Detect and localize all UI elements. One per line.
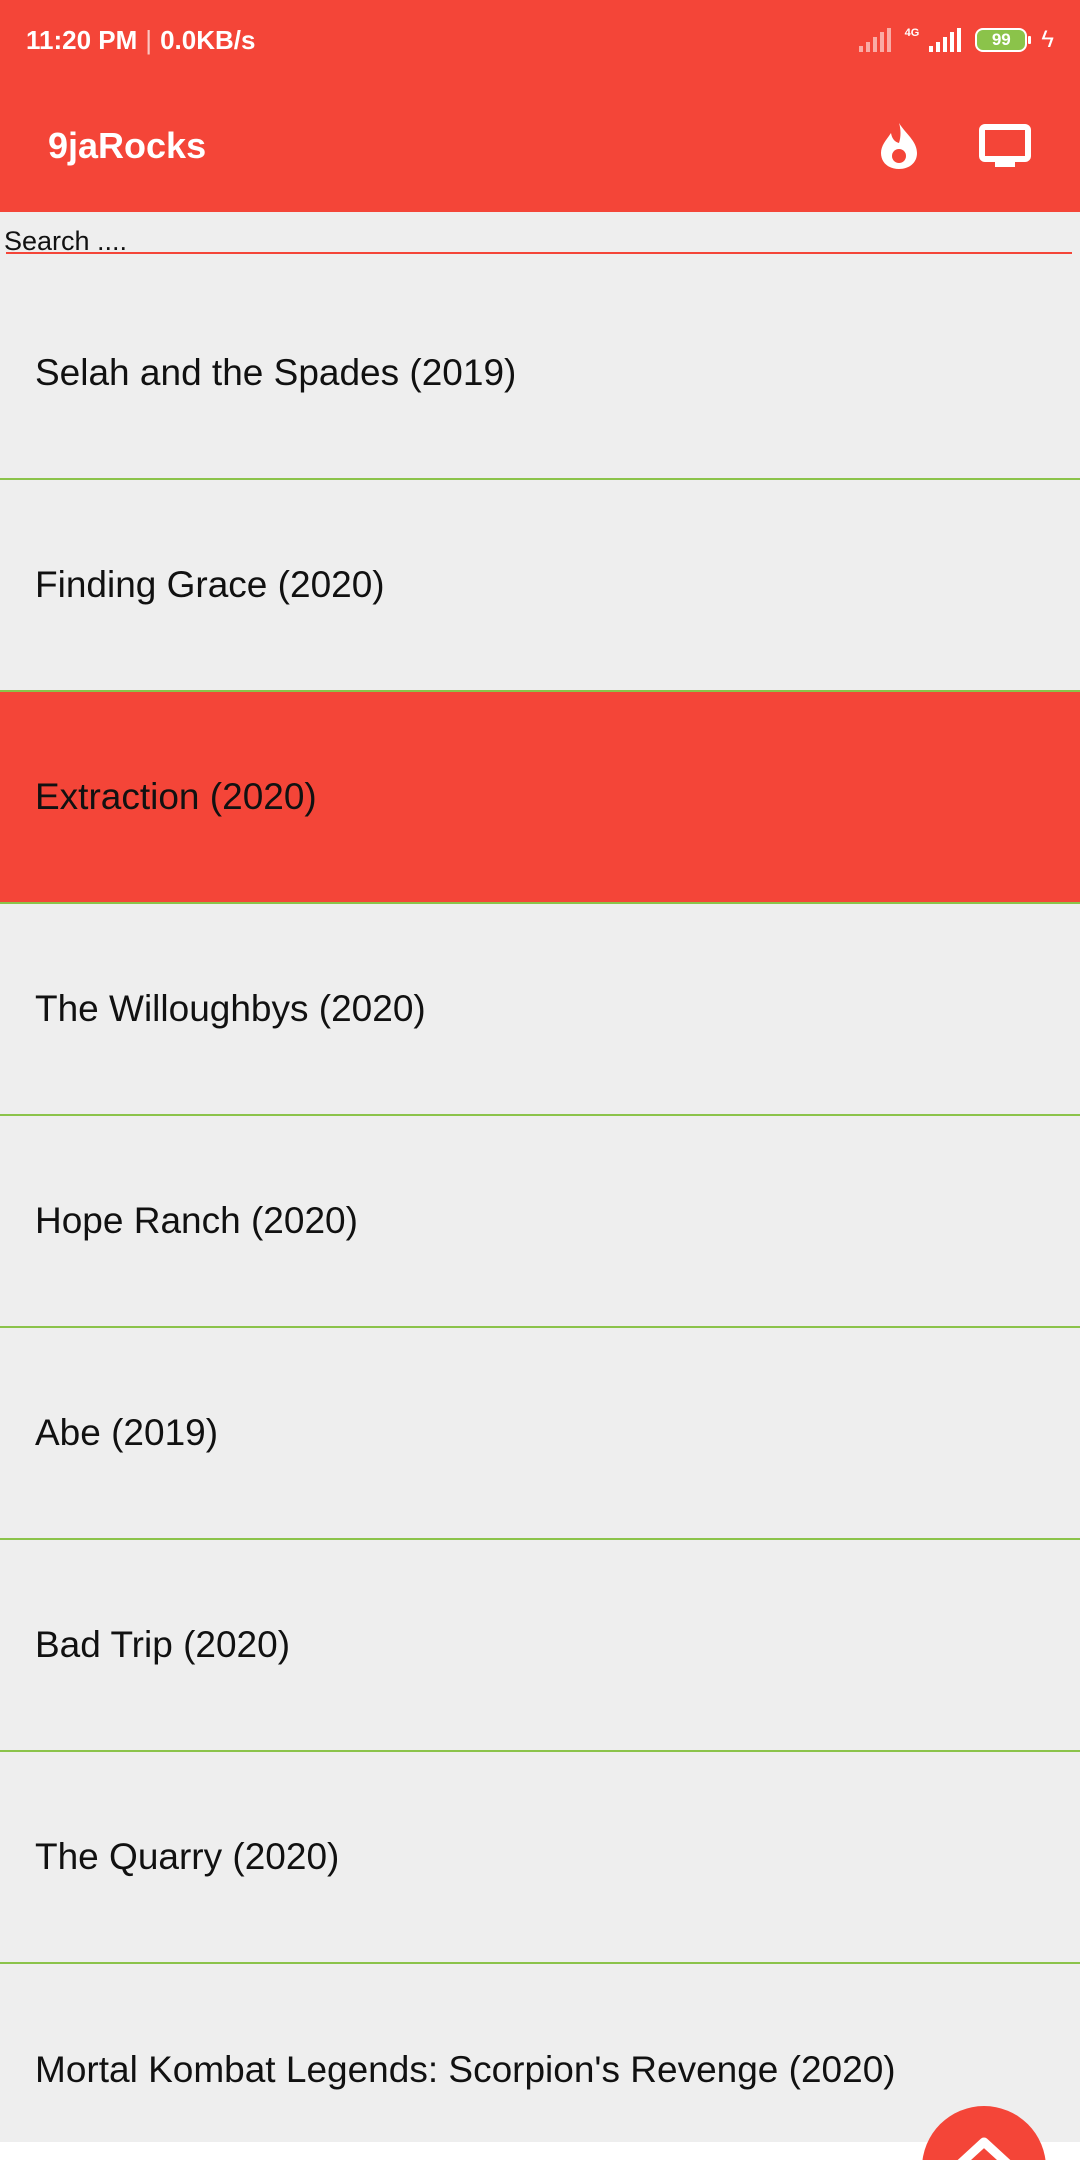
signal-icon (858, 28, 891, 52)
movie-list: Selah and the Spades (2019) Finding Grac… (0, 268, 1080, 2160)
movie-title: Finding Grace (2020) (35, 564, 385, 605)
list-item[interactable]: Mortal Kombat Legends: Scorpion's Reveng… (0, 1964, 1080, 2160)
search-bar (0, 212, 1080, 256)
status-right: 4G 99 ϟ (858, 26, 1054, 53)
toolbar-actions (872, 119, 1032, 173)
movie-title: Bad Trip (2020) (35, 1624, 291, 1665)
list-item[interactable]: Finding Grace (2020) (0, 480, 1080, 692)
list-item[interactable]: Selah and the Spades (2019) (0, 268, 1080, 480)
bottom-strip (0, 2142, 1080, 2160)
movie-title: The Quarry (2020) (35, 1836, 340, 1877)
movie-title: Extraction (2020) (35, 776, 317, 817)
list-item[interactable]: The Willoughbys (2020) (0, 904, 1080, 1116)
movie-title: The Willoughbys (2020) (35, 988, 426, 1029)
app-title: 9jaRocks (48, 125, 207, 166)
movie-title: Selah and the Spades (2019) (35, 352, 517, 393)
status-time: 11:20 PM (26, 24, 138, 55)
toolbar: 9jaRocks (0, 80, 1080, 212)
network-speed: 0.0KB/s (160, 24, 256, 55)
signal-icon-2 (929, 28, 962, 52)
list-item[interactable]: Abe (2019) (0, 1328, 1080, 1540)
battery-level: 99 (991, 30, 1011, 49)
list-item[interactable]: The Quarry (2020) (0, 1752, 1080, 1964)
movie-title: Mortal Kombat Legends: Scorpion's Reveng… (35, 2049, 896, 2090)
list-item[interactable]: Hope Ranch (2020) (0, 1116, 1080, 1328)
status-bar: 11:20 PM | 0.0KB/s 4G 99 ϟ (0, 0, 1080, 80)
search-underline (6, 252, 1072, 254)
app-bar: 11:20 PM | 0.0KB/s 4G 99 ϟ 9jaRocks (0, 0, 1080, 212)
flame-icon[interactable] (872, 119, 926, 173)
status-left: 11:20 PM | 0.0KB/s (26, 25, 255, 56)
tv-icon[interactable] (978, 119, 1032, 173)
chevron-up-icon (954, 2136, 1014, 2160)
movie-title: Abe (2019) (35, 1412, 219, 1453)
list-item[interactable]: Bad Trip (2020) (0, 1540, 1080, 1752)
battery-icon: 99 (975, 28, 1032, 52)
network-type: 4G (904, 27, 920, 39)
charging-icon: ϟ (1041, 26, 1054, 53)
list-item-selected[interactable]: Extraction (2020) (0, 692, 1080, 904)
movie-title: Hope Ranch (2020) (35, 1200, 358, 1241)
status-separator: | (145, 24, 153, 55)
